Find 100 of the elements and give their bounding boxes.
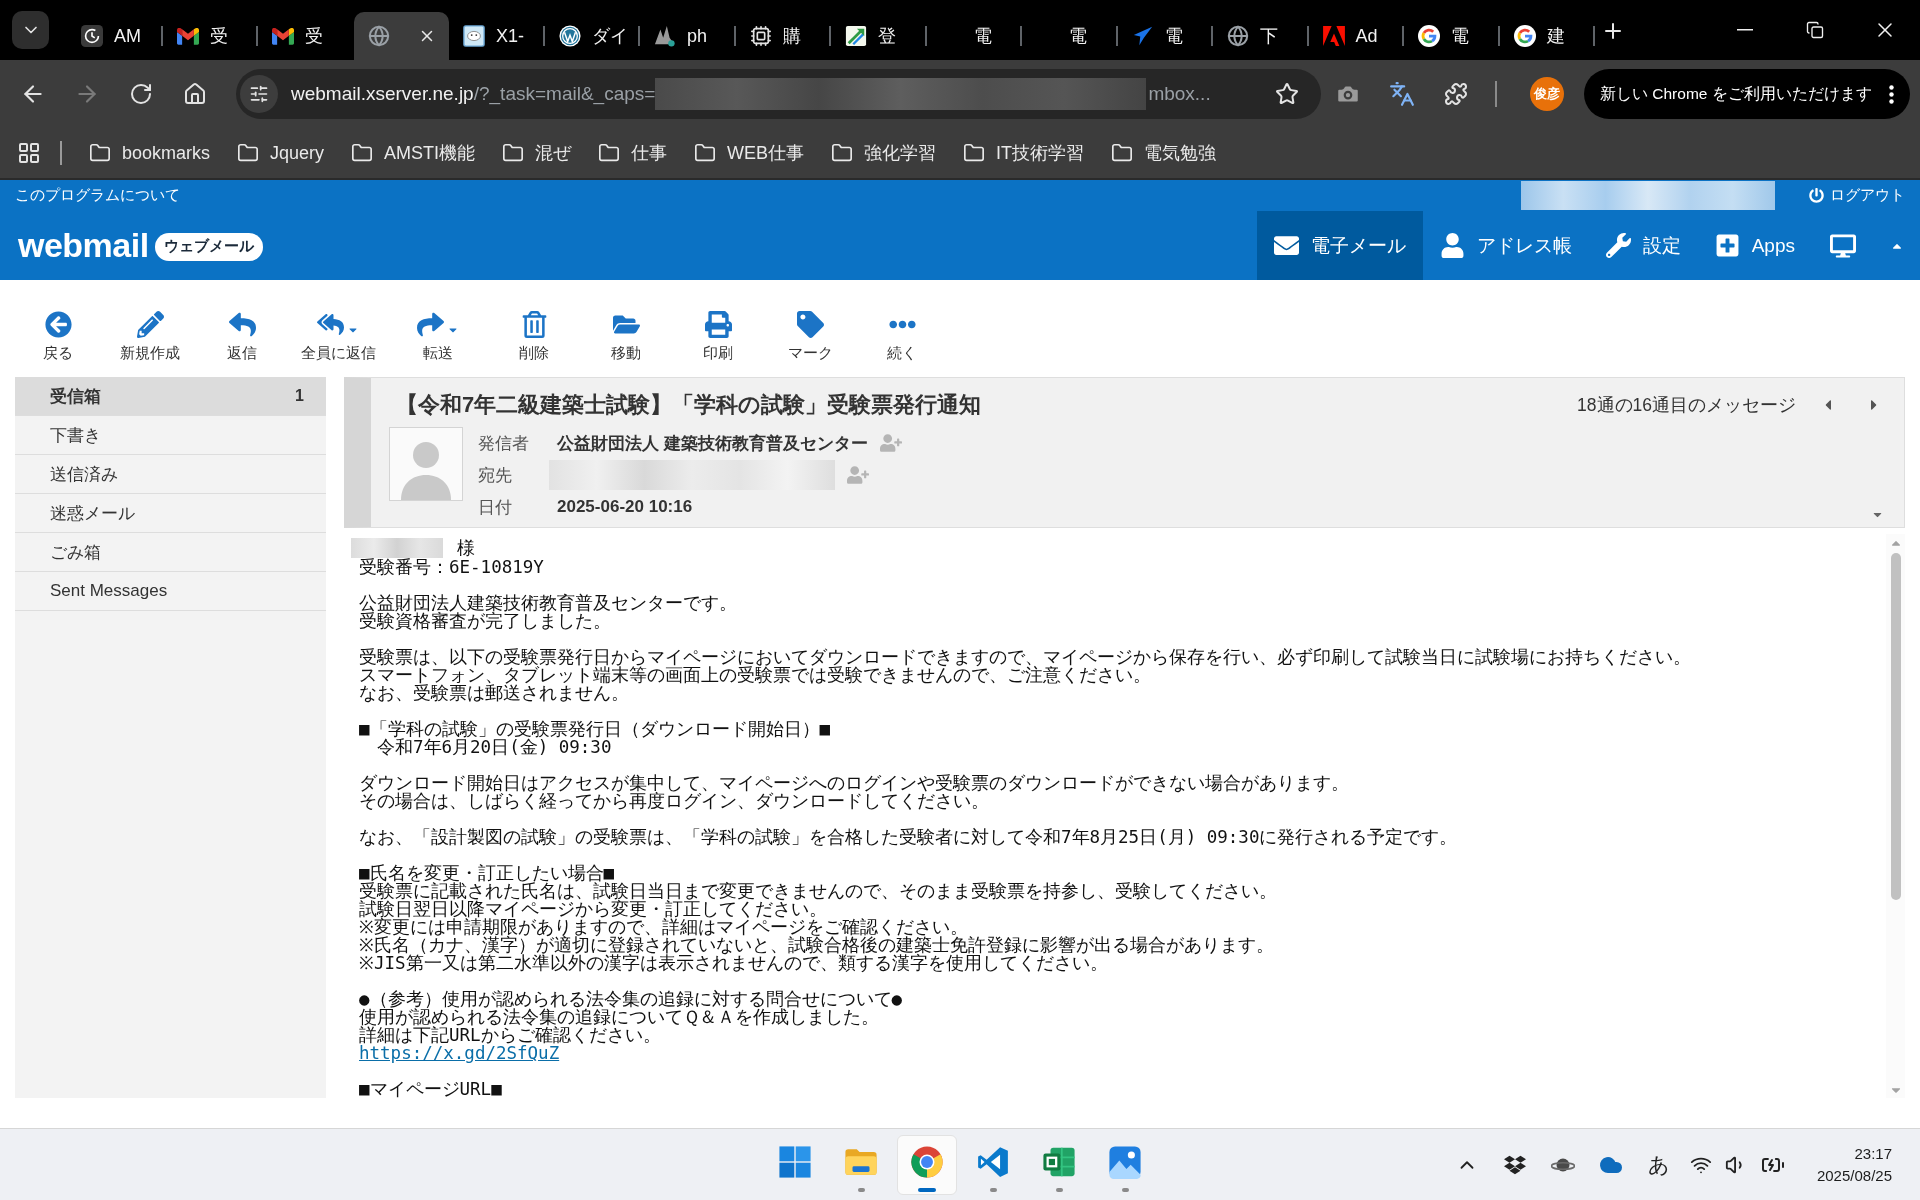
nav-tab[interactable]: アドレス帳 [1422, 211, 1589, 280]
logout-link[interactable]: ログアウト [1809, 186, 1905, 205]
start-icon [778, 1144, 812, 1179]
folder-item[interactable]: 下書き [15, 416, 326, 455]
tag-icon [796, 311, 824, 338]
toolbar-button[interactable]: マーク [764, 280, 856, 377]
email-paragraph: 受験票は、以下の受験票発行日からマイページにおいてダウンロードできますので、マイページから保存を行い、必ず印刷して試験当日に試験場にお持ちください。 スマートフォン、タブレット端末等の画面上の受験票では受験できませんので、ご注意ください。 なお、受験票は郵送されません。 [359, 648, 1692, 702]
folder-item[interactable]: 迷惑メール [15, 494, 326, 533]
clock-icon [81, 25, 103, 47]
folder-icon [502, 142, 525, 164]
nav-tab[interactable]: 設定 [1588, 211, 1698, 280]
folder-icon [1111, 142, 1134, 164]
field-label: 宛先 [478, 464, 513, 487]
email-paragraph: ■マイページURL■ [359, 1080, 503, 1098]
browser-tab[interactable]: AM [67, 12, 163, 60]
peak-logo-icon [1322, 26, 1345, 46]
browser-tab[interactable]: 登 [831, 12, 927, 60]
bookmark-folder[interactable]: IT技術学習 [957, 135, 1091, 171]
nav-tab[interactable]: Apps [1697, 211, 1812, 280]
url-text: webmail.xserver.ne.jp/?_task=mail&_caps= [291, 83, 656, 105]
unread-count: 1 [295, 387, 304, 405]
browser-tab[interactable]: ダイ [544, 12, 640, 60]
browser-tab[interactable]: 電 [1022, 12, 1118, 60]
reply-all-icon [317, 311, 344, 338]
g-logo-icon [1513, 25, 1536, 47]
update-button[interactable]: 新しい Chrome をご利用いただけます [1584, 69, 1910, 119]
mail-logo-icon [272, 27, 294, 45]
browser-tab[interactable]: 購 [735, 12, 831, 60]
star-icon [1275, 82, 1299, 106]
about-link[interactable]: このプログラムについて [15, 186, 180, 205]
browser-tab[interactable]: X1- [449, 12, 545, 60]
restore-icon [1806, 21, 1824, 39]
browser-tab[interactable]: 受 [258, 12, 354, 60]
sender-name: 公益財団法人 建築技術教育普及センター [557, 432, 868, 455]
image-tile-icon [463, 25, 485, 47]
browser-tab[interactable] [353, 12, 449, 60]
bookmark-folder[interactable]: bookmarks [83, 135, 217, 171]
email-paragraph: ■氏名を変更・訂正したい場合■ 受験票に記載された氏名は、試験日当日まで変更できませんので、そのまま受験票を持参し、受験してください。 試験日翌日以降マイページから変更・訂正してください。 ※変更には申請期限がありますので、詳細はマイページをご確認ください。 ※氏名（カナ、漢字）が適切に登録されていないと、試験合格後の建築士免許登録に影響が出る場合があります。 ※JIS第一又は第二水準以外の漢字は表示されませんので、類する漢字を使用してください。 [359, 864, 1278, 972]
globe-icon [1227, 25, 1249, 47]
toolbar-button[interactable]: 削除 [488, 280, 580, 377]
ime-mode-button[interactable]: あ [1634, 1142, 1683, 1187]
power-icon [1809, 188, 1824, 203]
salutation-text: 様 [457, 539, 475, 557]
field-label: 発信者 [478, 432, 530, 455]
message-subject: 【令和7年二級建築士試験】「学科の試験」受験票発行通知 [396, 391, 982, 419]
toolbar-button[interactable]: 戻る [12, 280, 104, 377]
email-paragraph: ■「学科の試験」の受験票発行日（ダウンロード開始日）■ 令和7年6月20日(金) 09:30 [359, 720, 832, 756]
home-icon [183, 82, 207, 106]
browser-icon [910, 1144, 944, 1179]
toolbar-button[interactable]: 転送 [388, 280, 488, 377]
browser-tab[interactable]: ph [640, 12, 736, 60]
browser-tab[interactable]: 下 [1213, 12, 1309, 60]
photos-icon [1108, 1144, 1142, 1179]
email-paragraph: 受験番号：6E-10819Y [359, 558, 545, 576]
wrench-icon [1605, 233, 1631, 258]
grid-icon [17, 141, 41, 165]
clock-date: 2025/08/25 [1816, 1165, 1892, 1186]
browser-tab[interactable]: 電 [1404, 12, 1500, 60]
browser-tab[interactable]: 電 [926, 12, 1022, 60]
site-info-button[interactable] [240, 75, 278, 113]
folder-icon [963, 142, 986, 164]
bookmark-folder[interactable]: 強化学習 [825, 135, 943, 171]
pencil-icon [136, 311, 164, 338]
browser-tab[interactable]: 建 [1499, 12, 1595, 60]
email-paragraph: ●（参考）使用が認められる法令集の追録に対する問合せについて● 使用が認められる法令集の追録についてＱ＆Ａを作成しました。 詳細は下記URLからご確認ください。 [359, 990, 904, 1044]
bookmark-folder[interactable]: 仕事 [592, 135, 674, 171]
bookmark-folder[interactable]: Jquery [231, 135, 331, 171]
scrollbar-thumb[interactable] [1890, 553, 1901, 900]
nav-tab[interactable]: 電子メール [1256, 211, 1423, 280]
toolbar-button[interactable]: 新規作成 [104, 280, 196, 377]
toolbar-button[interactable]: 続く [856, 280, 948, 377]
bookmark-folder[interactable]: 混ぜ [496, 135, 578, 171]
taskbar-app-button[interactable] [897, 1134, 957, 1195]
address-bar[interactable]: webmail.xserver.ne.jp/?_task=mail&_caps= mbox... [236, 69, 1321, 119]
url-link[interactable]: https://x.gd/2SfQuZ [359, 1044, 560, 1062]
field-label: 日付 [478, 496, 513, 519]
toolbar-button[interactable]: 印刷 [672, 280, 764, 377]
toolbar-button[interactable]: 移動 [580, 280, 672, 377]
folder-item[interactable]: 送信済み [15, 455, 326, 494]
browser-tab[interactable]: 電 [1117, 12, 1213, 60]
toolbar-button[interactable]: 全員に返信 [288, 280, 388, 377]
folder-item[interactable]: ごみ箱 [15, 533, 326, 572]
avatar-silhouette-icon [389, 427, 463, 501]
logo-badge: ウェブメール [154, 232, 263, 261]
toolbar-button[interactable]: 返信 [196, 280, 288, 377]
bookmark-folder[interactable]: AMSTI機能 [345, 135, 482, 171]
person-icon [1439, 233, 1465, 258]
logo-text: webmail [18, 226, 149, 265]
bookmark-folder[interactable]: WEB仕事 [688, 135, 811, 171]
folder-item[interactable]: 受信箱 1 [15, 377, 326, 416]
add-person-icon [879, 432, 902, 454]
browser-tab[interactable]: Ad [1308, 12, 1404, 60]
folder-icon [351, 142, 374, 164]
monitor-icon [1830, 232, 1856, 259]
folder-item[interactable]: Sent Messages [15, 572, 326, 611]
chip-icon [749, 25, 772, 47]
tune-icon [249, 84, 269, 104]
email-paragraph: 公益財団法人建築技術教育普及センターです。 受験資格審査が完了しました。 [359, 594, 738, 630]
browser-tab[interactable]: 受 [162, 12, 258, 60]
bookmark-folder[interactable]: 電気勉強 [1105, 135, 1223, 171]
